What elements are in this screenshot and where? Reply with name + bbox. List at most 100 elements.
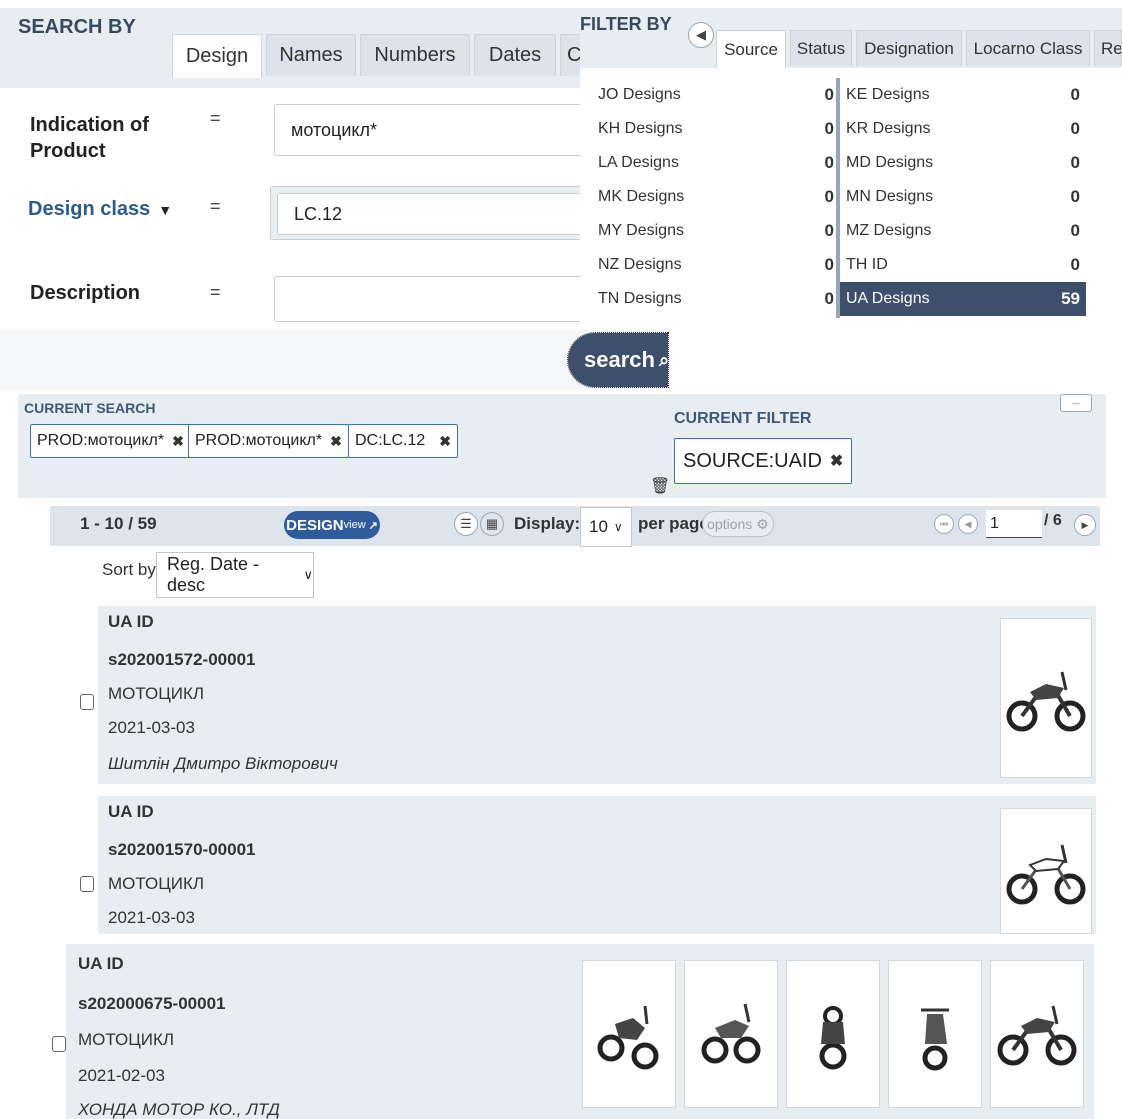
tab-design[interactable]: Design xyxy=(172,34,262,78)
chevron-down-icon: ∨ xyxy=(303,567,313,582)
trash-icon[interactable]: 🗑 xyxy=(650,476,670,496)
sort-label: Sort by xyxy=(102,560,156,579)
result-type: UA ID xyxy=(108,612,154,631)
per-page-label: per page xyxy=(638,514,709,533)
external-link-icon: ↗ xyxy=(368,519,378,532)
filter-item[interactable]: MZ Designs 0 xyxy=(840,214,1086,248)
page-number-input[interactable]: 1 xyxy=(986,510,1042,538)
prev-page-icon: ◀ xyxy=(696,27,706,42)
list-view-icon[interactable]: ☰ xyxy=(454,512,478,536)
filter-chip[interactable]: SOURCE:UAID ✖ xyxy=(674,438,853,484)
design-view-button[interactable]: DESIGN view ↗ xyxy=(284,511,380,539)
filter-item[interactable]: TH ID 0 xyxy=(840,248,1086,282)
search-chip[interactable]: PROD:мотоцикл* ✖ xyxy=(30,424,191,458)
filter-list-right: KE Designs 0 KR Designs 0 MD Designs 0 MN D… xyxy=(840,78,1086,316)
design-class-input[interactable]: LC.12 xyxy=(277,193,597,235)
filter-item[interactable]: MY Designs 0 xyxy=(598,214,834,248)
design-thumbnail[interactable] xyxy=(786,960,880,1108)
result-product: МОТОЦИКЛ xyxy=(78,1030,175,1049)
close-icon[interactable]: ✖ xyxy=(830,451,843,471)
result-date: 2021-02-03 xyxy=(78,1066,165,1085)
filter-item[interactable]: KE Designs 0 xyxy=(840,78,1086,112)
design-thumbnail[interactable] xyxy=(582,960,676,1108)
filter-item[interactable]: TN Designs 0 xyxy=(598,282,834,316)
filter-item[interactable]: MD Designs 0 xyxy=(840,146,1086,180)
result-checkbox[interactable] xyxy=(80,694,94,710)
tab-source[interactable]: Source xyxy=(716,30,786,68)
tab-other[interactable]: C xyxy=(560,34,582,76)
close-icon[interactable]: ✖ xyxy=(439,433,451,450)
current-search-title: CURRENT SEARCH xyxy=(24,400,156,416)
sort-select[interactable]: Reg. Date - desc ∨ xyxy=(156,552,314,598)
result-item[interactable] xyxy=(98,796,1096,934)
tab-designation[interactable]: Designation xyxy=(856,30,962,66)
design-class-wrap: LC.12 xyxy=(270,186,597,240)
current-filter-title: CURRENT FILTER xyxy=(674,410,812,427)
chevron-down-icon: ∨ xyxy=(613,520,623,534)
filter-item[interactable]: NZ Designs 0 xyxy=(598,248,834,282)
design-thumbnail[interactable] xyxy=(1000,618,1092,778)
motorcycle-image xyxy=(997,1005,1077,1066)
result-number[interactable]: s202000675-00001 xyxy=(78,994,225,1014)
operator-equals: = xyxy=(210,196,221,216)
search-button[interactable]: search ⌕ xyxy=(567,332,670,388)
filter-item[interactable]: MN Designs 0 xyxy=(840,180,1086,214)
prev-page-icon[interactable]: ◀ xyxy=(958,514,978,534)
tab-more[interactable]: Re xyxy=(1094,30,1122,66)
design-thumbnail[interactable] xyxy=(1000,808,1092,934)
result-checkbox[interactable] xyxy=(52,1036,66,1052)
tab-locarno-class[interactable]: Locarno Class xyxy=(966,30,1090,66)
dropdown-caret-icon: ▼ xyxy=(158,201,173,218)
motorcycle-image xyxy=(597,1005,659,1070)
tab-status[interactable]: Status xyxy=(790,30,852,66)
keyboard-icon[interactable]: ⋯ xyxy=(1060,394,1092,412)
indication-of-product-label: Indication of Product xyxy=(30,114,149,162)
first-page-icon[interactable]: ⏮ xyxy=(934,514,954,534)
filter-item[interactable]: KH Designs 0 xyxy=(598,112,834,146)
design-thumbnail[interactable] xyxy=(684,960,778,1108)
result-number[interactable]: s202001570-00001 xyxy=(108,840,255,860)
close-icon[interactable]: ✖ xyxy=(172,433,184,450)
results-count: 1 - 10 / 59 xyxy=(80,514,157,533)
grid-view-icon[interactable]: ▦ xyxy=(480,512,504,536)
search-icon: ⌕ xyxy=(658,349,670,370)
tab-numbers[interactable]: Numbers xyxy=(360,34,470,76)
description-input[interactable] xyxy=(274,276,594,322)
motorcycle-image xyxy=(1006,844,1086,905)
per-page-select[interactable]: 10 ∨ xyxy=(580,507,632,547)
result-owner: Шитлін Дмитро Вікторович xyxy=(108,754,338,773)
close-icon[interactable]: ✖ xyxy=(330,433,342,450)
result-type: UA ID xyxy=(108,802,154,821)
result-date: 2021-03-03 xyxy=(108,718,195,737)
motorcycle-image xyxy=(701,1003,761,1064)
motorcycle-image xyxy=(921,1008,949,1071)
filter-list-left: JO Designs 0 KH Designs 0 LA Designs 0 MK D… xyxy=(598,78,834,316)
tab-dates[interactable]: Dates xyxy=(474,34,556,76)
tab-names[interactable]: Names xyxy=(266,34,356,76)
filter-item[interactable]: MK Designs 0 xyxy=(598,180,834,214)
design-class-label[interactable]: Design class ▼ xyxy=(28,198,172,221)
collapse-filter-button[interactable]: ◀ xyxy=(688,22,714,48)
filter-title: FILTER BY xyxy=(580,14,672,34)
page-total: / 6 xyxy=(1044,512,1062,529)
next-page-icon[interactable]: ▶ xyxy=(1074,514,1096,536)
options-button[interactable]: options ⚙ xyxy=(702,511,774,537)
display-label: Display: xyxy=(514,514,581,533)
design-thumbnail[interactable] xyxy=(990,960,1084,1108)
result-type: UA ID xyxy=(78,954,124,973)
filter-item[interactable]: JO Designs 0 xyxy=(598,78,834,112)
design-thumbnail[interactable] xyxy=(888,960,982,1108)
motorcycle-image xyxy=(819,1006,847,1070)
indication-of-product-input[interactable]: мотоцикл* xyxy=(274,104,594,156)
search-chip[interactable]: DC:LC.12 ✖ xyxy=(348,424,458,458)
filter-item-selected[interactable]: UA Designs 59 xyxy=(840,282,1086,316)
filter-item[interactable]: LA Designs 0 xyxy=(598,146,834,180)
search-chip[interactable]: PROD:мотоцикл* ✖ xyxy=(188,424,349,458)
filter-item[interactable]: KR Designs 0 xyxy=(840,112,1086,146)
operator-equals: = xyxy=(210,282,221,302)
result-product: МОТОЦИКЛ xyxy=(108,874,205,893)
result-checkbox[interactable] xyxy=(80,876,94,892)
search-title: SEARCH BY xyxy=(18,16,136,38)
motorcycle-image xyxy=(1006,671,1086,732)
result-number[interactable]: s202001572-00001 xyxy=(108,650,255,670)
